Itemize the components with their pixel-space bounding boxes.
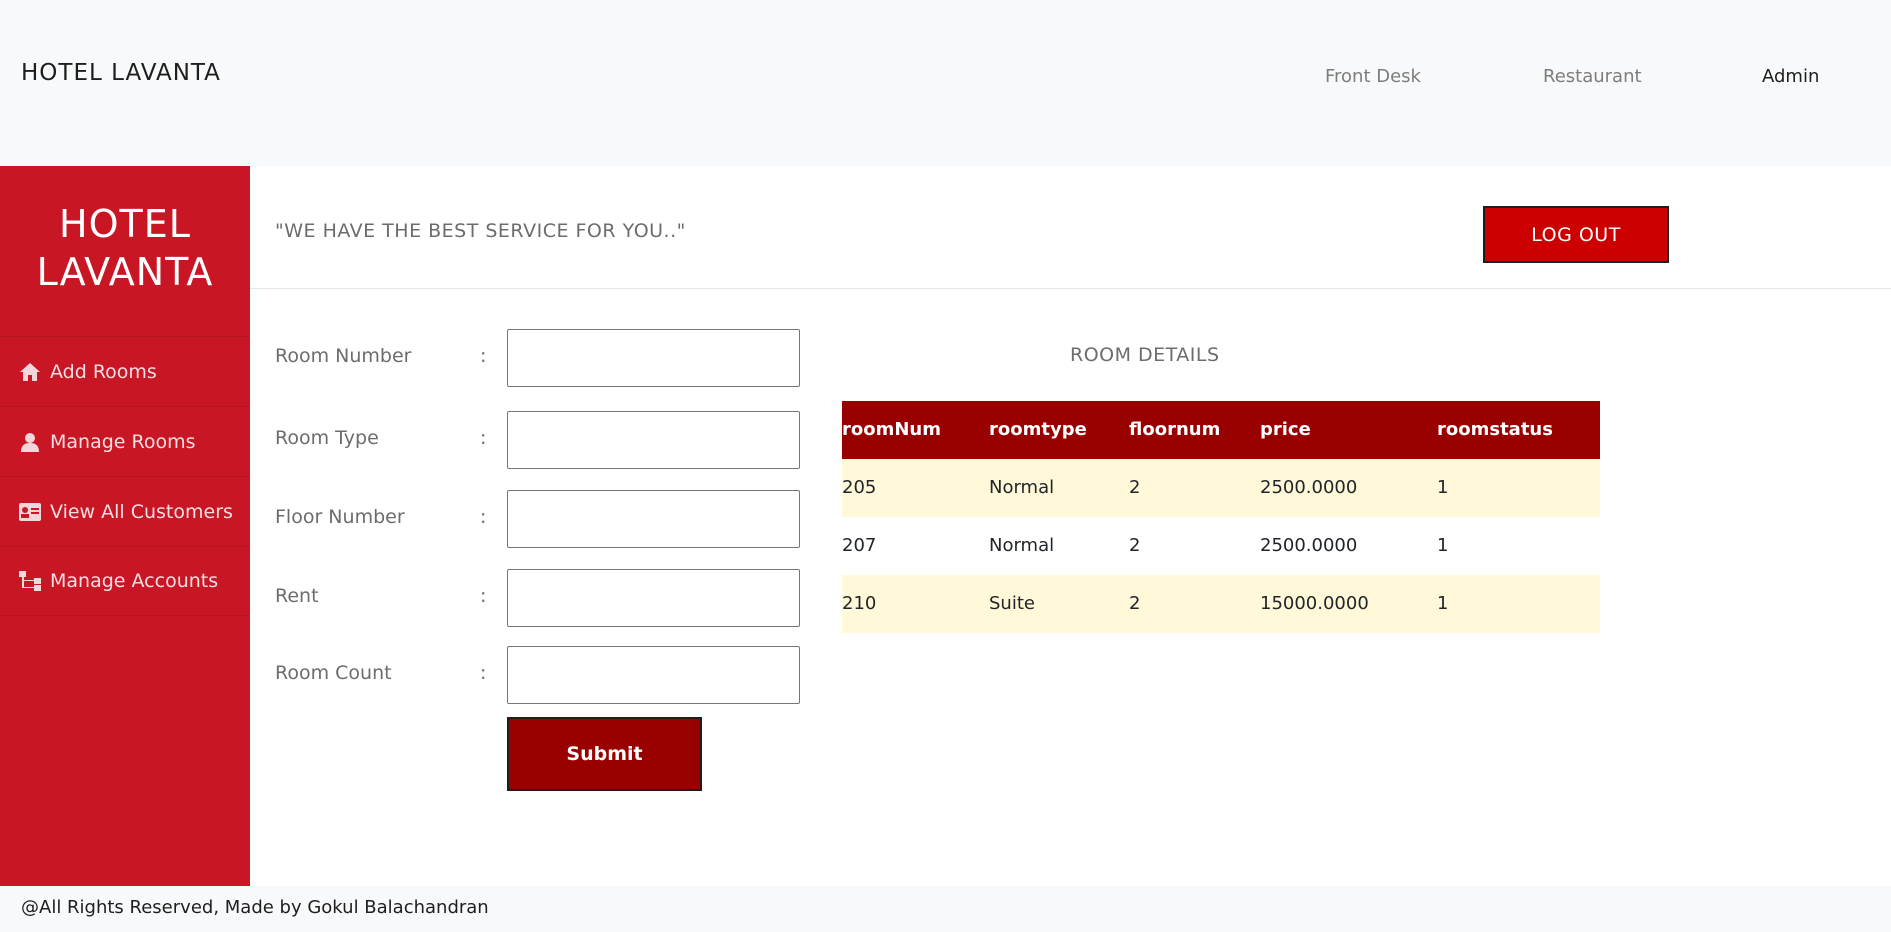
field-label: Room Count: [275, 662, 392, 684]
sitemap-icon: [18, 570, 42, 592]
table-cell: 2500.0000: [1260, 477, 1358, 498]
column-header: roomtype: [989, 419, 1087, 440]
sidebar-item-label: View All Customers: [50, 500, 233, 523]
table-cell: 1: [1437, 535, 1449, 556]
table-cell: 2: [1129, 535, 1141, 556]
submit-button[interactable]: Submit: [507, 717, 702, 791]
room-count-input[interactable]: [507, 646, 800, 704]
sidebar-item-label: Manage Accounts: [50, 570, 219, 592]
nav-link-front-desk[interactable]: Front Desk: [1325, 66, 1421, 87]
table-row: 207 Normal 2 2500.0000 1: [842, 517, 1600, 575]
column-header: roomNum: [842, 419, 941, 440]
logout-button[interactable]: LOG OUT: [1483, 206, 1669, 263]
form-row-floor-number: Floor Number :: [275, 490, 805, 548]
field-label: Floor Number: [275, 506, 405, 528]
table-header-row: roomNum roomtype floornum price roomstat…: [842, 401, 1600, 459]
sidebar-title-line1: HOTEL: [59, 202, 191, 246]
table-row: 210 Suite 2 15000.0000 1: [842, 575, 1600, 633]
room-details-table: roomNum roomtype floornum price roomstat…: [842, 401, 1600, 633]
field-colon: :: [480, 427, 487, 449]
sidebar-item-add-rooms[interactable]: Add Rooms: [0, 336, 250, 406]
table-cell: 210: [842, 593, 877, 614]
divider: [250, 288, 1891, 289]
table-cell: Normal: [989, 535, 1055, 556]
column-header: roomstatus: [1437, 419, 1553, 440]
room-type-input[interactable]: [507, 411, 800, 469]
sidebar-item-manage-accounts[interactable]: Manage Accounts: [0, 546, 250, 616]
column-header: price: [1260, 419, 1311, 440]
rent-input[interactable]: [507, 569, 800, 627]
table-cell: 2: [1129, 477, 1141, 498]
sidebar-title: HOTEL LAVANTA: [0, 200, 250, 296]
floor-number-input[interactable]: [507, 490, 800, 548]
field-colon: :: [480, 585, 487, 607]
form-row-room-number: Room Number :: [275, 329, 805, 387]
table-cell: 2500.0000: [1260, 535, 1358, 556]
table-cell: 207: [842, 535, 877, 556]
field-colon: :: [480, 662, 487, 684]
form-row-rent: Rent :: [275, 569, 805, 627]
sidebar-item-label: Add Rooms: [50, 360, 157, 383]
field-colon: :: [480, 506, 487, 528]
form-row-room-count: Room Count :: [275, 646, 805, 704]
sidebar-item-view-all-customers[interactable]: View All Customers: [0, 476, 250, 546]
footer: @All Rights Reserved, Made by Gokul Bala…: [0, 886, 1891, 932]
tagline: "WE HAVE THE BEST SERVICE FOR YOU..": [275, 220, 686, 242]
nav-link-admin[interactable]: Admin: [1762, 66, 1819, 87]
sidebar: HOTEL LAVANTA Add Rooms Manage Rooms Vie…: [0, 166, 250, 886]
table-cell: 205: [842, 477, 877, 498]
home-icon: [18, 361, 42, 383]
table-cell: Suite: [989, 593, 1035, 614]
field-label: Room Number: [275, 345, 412, 367]
sidebar-title-line2: LAVANTA: [36, 250, 214, 294]
table-cell: 1: [1437, 477, 1449, 498]
room-details-title: ROOM DETAILS: [1070, 344, 1220, 366]
field-colon: :: [480, 345, 487, 367]
navbar-brand[interactable]: HOTEL LAVANTA: [21, 60, 221, 86]
table-cell: 2: [1129, 593, 1141, 614]
form-row-room-type: Room Type :: [275, 411, 805, 469]
top-navbar: HOTEL LAVANTA Front Desk Restaurant Admi…: [0, 0, 1891, 166]
table-cell: 15000.0000: [1260, 593, 1369, 614]
footer-text: @All Rights Reserved, Made by Gokul Bala…: [21, 897, 489, 918]
sidebar-item-label: Manage Rooms: [50, 430, 196, 453]
sidebar-item-manage-rooms[interactable]: Manage Rooms: [0, 406, 250, 476]
field-label: Rent: [275, 585, 319, 607]
nav-link-restaurant[interactable]: Restaurant: [1543, 66, 1642, 87]
column-header: floornum: [1129, 419, 1221, 440]
table-cell: Normal: [989, 477, 1055, 498]
room-number-input[interactable]: [507, 329, 800, 387]
table-cell: 1: [1437, 593, 1449, 614]
field-label: Room Type: [275, 427, 379, 449]
id-card-icon: [18, 501, 42, 523]
table-row: 205 Normal 2 2500.0000 1: [842, 459, 1600, 517]
user-icon: [18, 431, 42, 453]
